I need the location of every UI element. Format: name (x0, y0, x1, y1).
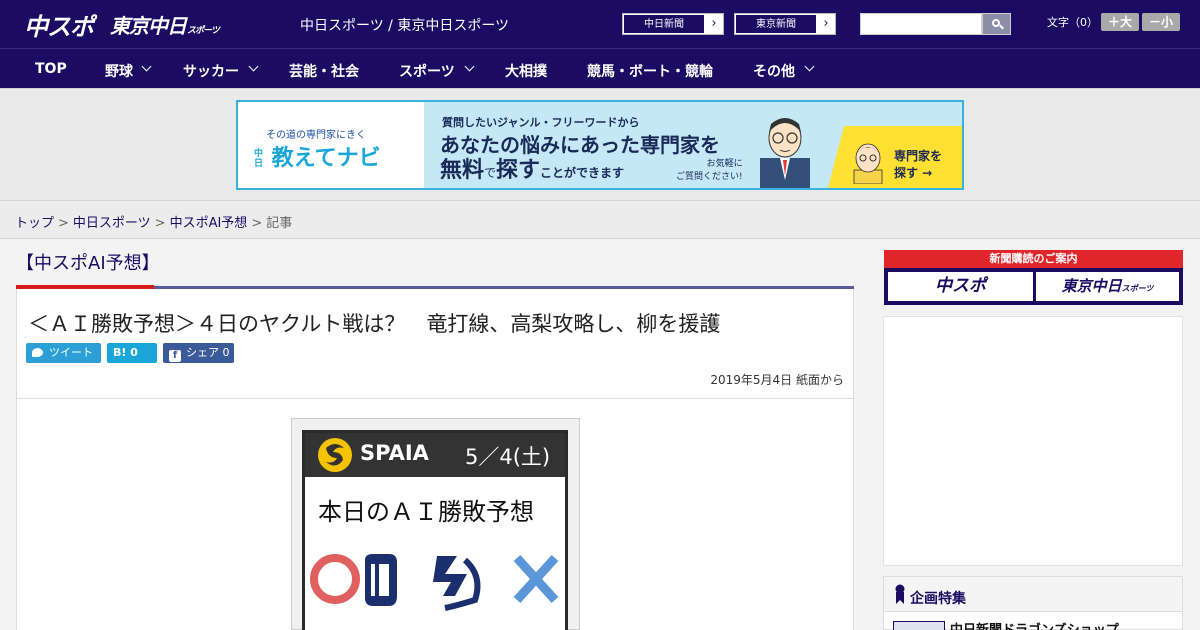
banner-left-panel: その道の専門家にきく 中日 教えてナビ (238, 102, 424, 188)
banner-cta-1: 専門家を (894, 149, 943, 163)
breadcrumb: トップ > 中日スポーツ > 中スポAI予想 > 記事 (15, 212, 292, 231)
nav-item-sports[interactable]: スポーツ (399, 61, 455, 81)
dragons-logo-icon (365, 554, 397, 606)
article-date: 2019年5月4日 紙面から (710, 373, 844, 387)
nav-item-soccer[interactable]: サッカー (183, 61, 239, 81)
banner-note-2: ご質問ください! (676, 172, 743, 182)
breadcrumb-sep: > (58, 216, 69, 231)
nav-item-other[interactable]: その他 (753, 61, 795, 81)
nav-item-baseball[interactable]: 野球 (105, 61, 133, 81)
banner-cta[interactable]: 専門家を探す → (894, 148, 942, 182)
banner-logo-text: 教えてナビ (271, 146, 381, 171)
breadcrumb-chunichi-sports[interactable]: 中日スポーツ (73, 216, 151, 231)
breadcrumb-bar: トップ > 中日スポーツ > 中スポAI予想 > 記事 (0, 200, 1200, 239)
chevron-right-icon: › (711, 16, 717, 31)
spaia-date: 5／4(土) (465, 445, 551, 469)
chevron-right-icon: › (823, 16, 829, 31)
feature-thumbnail[interactable] (893, 621, 945, 630)
banner-line3: 無料で探すことができます (440, 152, 624, 184)
breadcrumb-sep: > (251, 216, 263, 231)
chunichi-shimbun-button[interactable]: 中日新聞 › (622, 13, 724, 35)
tweet-label: ツイート (49, 346, 93, 359)
sidebar-ad-slot (883, 316, 1183, 566)
person-illustration (853, 143, 883, 184)
font-smaller-button[interactable]: －小 (1142, 13, 1180, 31)
twitter-icon (32, 348, 43, 357)
hatena-bookmark-button[interactable]: B! 0 (107, 343, 157, 363)
facebook-share-button[interactable]: f シェア 0 (163, 343, 234, 363)
nav-item-top[interactable]: TOP (35, 61, 67, 77)
subscription-title: 新聞購読のご案内 (884, 250, 1183, 268)
tweet-button[interactable]: ツイート (26, 343, 101, 363)
breadcrumb-top[interactable]: トップ (15, 216, 54, 231)
nav-item-sumo[interactable]: 大相撲 (505, 61, 547, 81)
search-button[interactable] (982, 13, 1011, 35)
chunichi-shimbun-label: 中日新聞 (623, 14, 705, 34)
banner-de: で (484, 166, 497, 180)
nav-item-entertainment[interactable]: 芸能・社会 (289, 61, 359, 81)
banner-can: ことができます (540, 166, 625, 180)
share-label: シェア 0 (186, 346, 230, 359)
facebook-icon: f (169, 350, 181, 362)
tokyo-shimbun-label: 東京新聞 (735, 14, 817, 34)
logo-tokyo-suffix: スポーツ (187, 26, 220, 36)
breadcrumb-ai-prediction[interactable]: 中スポAI予想 (170, 216, 248, 231)
search-input[interactable] (860, 13, 982, 35)
breadcrumb-current: 記事 (266, 216, 293, 231)
ribbon-icon (895, 584, 905, 604)
site-title: 中日スポーツ / 東京中日スポーツ (300, 18, 510, 34)
sidebar-logo-tokyo[interactable]: 東京中日スポーツ (1036, 272, 1179, 301)
banner-search: 探す (496, 158, 541, 183)
win-circle-icon (310, 554, 360, 604)
sidebar-logo-chuspo[interactable]: 中スポ (888, 272, 1033, 301)
search-icon-handle (999, 24, 1004, 30)
logo-tokyo-chunichi[interactable]: 東京中日スポーツ (110, 10, 220, 39)
banner-note-1: お気軽に (706, 159, 743, 169)
swallows-logo-icon (433, 556, 481, 611)
banner-logo-chu: 中日 (254, 149, 264, 169)
lose-cross-icon (513, 554, 559, 604)
banner-subtitle: その道の専門家にきく (266, 130, 366, 141)
banner-right-panel: 質問したいジャンル・フリーワードから あなたの悩みにあった専門家を 無料で探すこ… (424, 102, 962, 188)
nav-item-keiba[interactable]: 競馬・ボート・競輪 (587, 61, 713, 81)
oshiete-navi-banner[interactable]: その道の専門家にきく 中日 教えてナビ 質問したいジャンル・フリーワードから あ… (236, 100, 964, 190)
banner-free: 無料 (440, 158, 485, 183)
logo-chuspo[interactable]: 中スポ (24, 7, 94, 42)
font-size-label: 文字（0） (1047, 16, 1098, 29)
sidebar-logo-tokyo-text: 東京中日 (1061, 277, 1122, 295)
spaia-logo-icon (318, 438, 352, 472)
hatena-label: B! 0 (113, 346, 138, 359)
font-larger-button[interactable]: ＋大 (1101, 13, 1139, 31)
category-title: 【中スポAI予想】 (16, 253, 160, 274)
spaia-brand: SPAIA (360, 441, 429, 465)
banner-logo: 中日 教えてナビ (254, 140, 381, 172)
banner-line1: 質問したいジャンル・フリーワードから (442, 116, 640, 129)
banner-note: お気軽にご質問ください! (676, 158, 743, 184)
prediction-row (310, 554, 559, 611)
breadcrumb-sep: > (154, 216, 166, 231)
sidebar-logo-tokyo-suffix: スポーツ (1121, 284, 1154, 293)
image-headline: 本日のＡＩ勝敗予想 (318, 498, 534, 526)
expert-illustration (760, 118, 810, 188)
tokyo-shimbun-button[interactable]: 東京新聞 › (734, 13, 836, 35)
article-title: ＜ＡＩ勝敗予想＞４日のヤクルト戦は？ 竜打線、高梨攻略し、柳を援護 (28, 312, 721, 336)
banner-cta-2: 探す → (894, 166, 933, 180)
feature-title: 企画特集 (910, 591, 966, 607)
logo-tokyo-text: 東京中日 (110, 14, 187, 38)
feature-item-link[interactable]: 中日新聞ドラゴンズショップ (950, 619, 1119, 630)
